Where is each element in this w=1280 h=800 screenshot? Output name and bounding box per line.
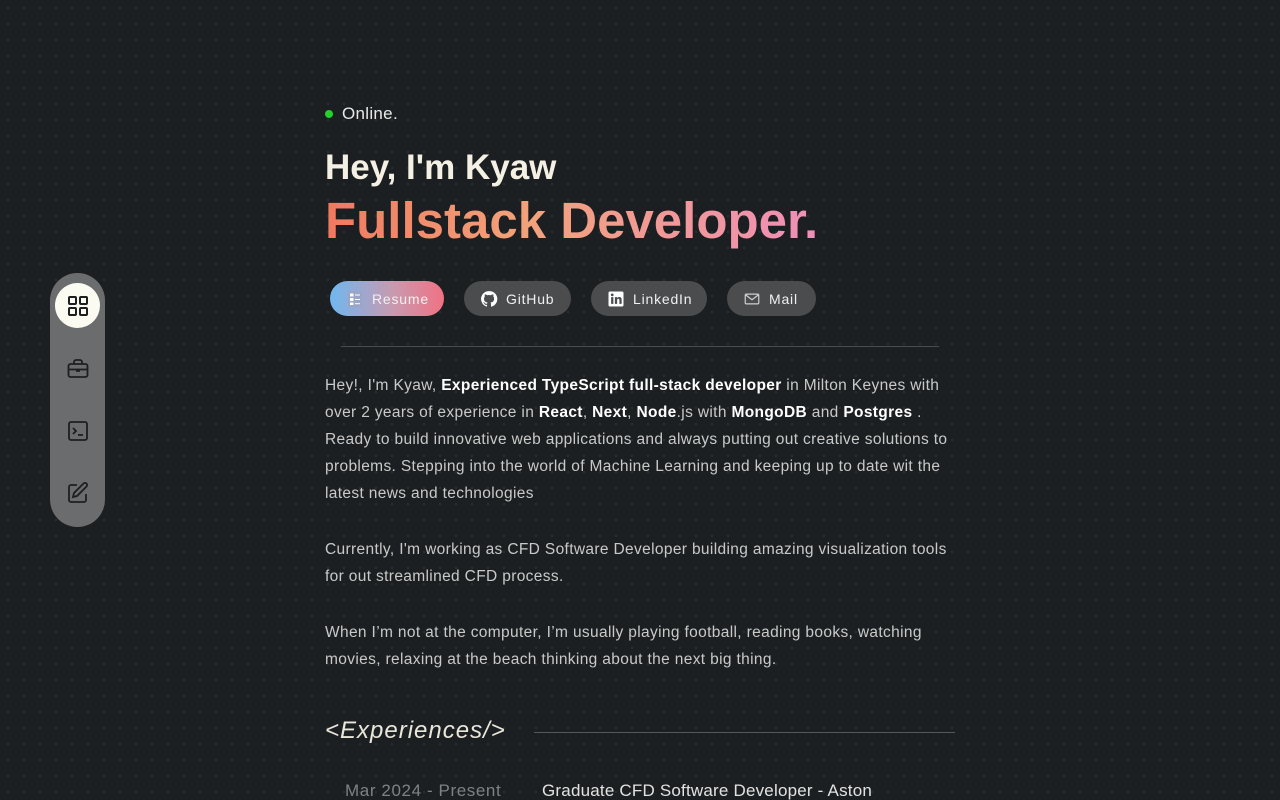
online-status: Online. bbox=[325, 104, 398, 124]
paragraph-text: .js with bbox=[676, 404, 732, 421]
sidebar-dock bbox=[50, 273, 105, 527]
edit-icon bbox=[67, 481, 88, 503]
experience-title[interactable]: Graduate CFD Software Developer - Aston bbox=[542, 781, 872, 800]
dock-item-home[interactable] bbox=[55, 283, 100, 328]
grid-icon bbox=[67, 295, 88, 316]
highlight-term: React bbox=[538, 404, 583, 421]
highlight-term: Postgres bbox=[843, 404, 913, 421]
github-icon bbox=[481, 290, 498, 307]
resume-label: Resume bbox=[372, 290, 429, 307]
about-paragraph-hobbies: When I’m not at the computer, I’m usuall… bbox=[325, 624, 922, 668]
paragraph-text: , bbox=[582, 404, 593, 421]
highlight-term: Next bbox=[592, 404, 628, 421]
github-label: GitHub bbox=[506, 290, 555, 307]
mail-button[interactable]: Mail bbox=[727, 281, 816, 316]
about-paragraph-intro: Hey!, I'm Kyaw, Experienced TypeScript f… bbox=[325, 372, 965, 507]
highlight-term: Node bbox=[636, 404, 677, 421]
dock-item-projects[interactable] bbox=[55, 408, 100, 453]
hero-greeting: Hey, I'm Kyaw bbox=[325, 148, 557, 187]
experience-date: Mar 2024 - Present bbox=[345, 781, 502, 800]
linkedin-button[interactable]: LinkedIn bbox=[591, 281, 707, 316]
divider bbox=[341, 346, 939, 347]
terminal-icon bbox=[67, 420, 88, 441]
mail-icon bbox=[744, 293, 760, 304]
briefcase-icon bbox=[67, 358, 88, 378]
status-label: Online. bbox=[342, 104, 398, 123]
linkedin-label: LinkedIn bbox=[633, 290, 693, 307]
about-paragraph-current: Currently, I'm working as CFD Software D… bbox=[325, 541, 947, 585]
dock-item-experience[interactable] bbox=[55, 346, 100, 391]
paragraph-text: Hey!, I'm Kyaw, bbox=[325, 377, 442, 394]
mail-label: Mail bbox=[769, 290, 798, 307]
highlight-term: MongoDB bbox=[731, 404, 808, 421]
resume-button[interactable]: Resume bbox=[330, 281, 444, 316]
experiences-divider bbox=[534, 732, 955, 733]
document-icon bbox=[348, 290, 362, 307]
linkedin-icon bbox=[608, 291, 624, 306]
hero-role: Fullstack Developer. bbox=[325, 192, 819, 249]
status-dot-icon bbox=[325, 110, 333, 118]
highlight-term: Experienced TypeScript full-stack develo… bbox=[441, 377, 782, 394]
github-button[interactable]: GitHub bbox=[464, 281, 571, 316]
experiences-heading: <Experiences/> bbox=[325, 717, 506, 744]
dock-item-blog[interactable] bbox=[55, 470, 100, 515]
paragraph-text: and bbox=[807, 404, 844, 421]
